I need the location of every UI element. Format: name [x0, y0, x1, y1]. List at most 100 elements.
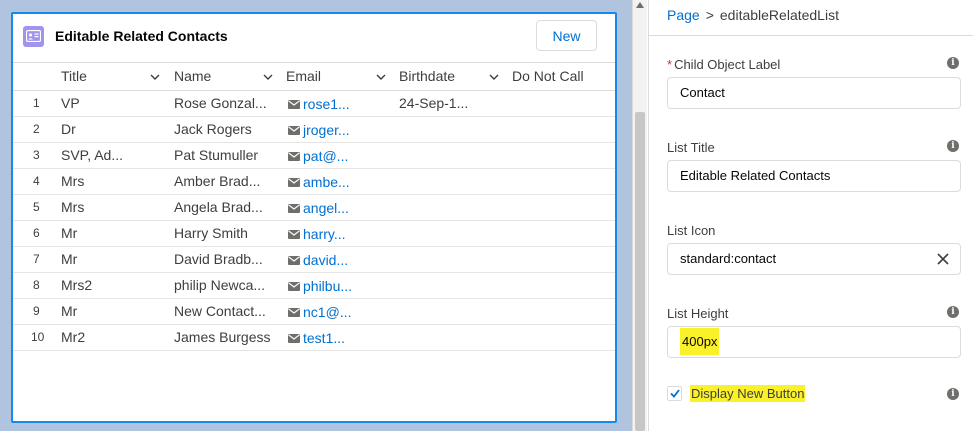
scroll-up-icon[interactable]: [636, 2, 644, 8]
email-link[interactable]: nc1@...: [303, 300, 351, 324]
scrollbar-thumb[interactable]: [635, 112, 645, 431]
chevron-down-icon[interactable]: [263, 74, 273, 81]
column-header-birthdate[interactable]: Birthdate: [399, 63, 455, 91]
cell-do-not-call[interactable]: [512, 299, 612, 325]
table-row[interactable]: 9 Mr New Contact... nc1@...: [13, 299, 615, 325]
email-link[interactable]: harry...: [303, 222, 346, 246]
list-height-input[interactable]: 400px: [667, 326, 961, 358]
chevron-down-icon[interactable]: [489, 74, 499, 81]
email-icon: [288, 281, 300, 291]
row-number: 10: [31, 330, 45, 344]
cell-birthdate[interactable]: 24-Sep-1...: [399, 91, 468, 117]
info-icon[interactable]: i: [947, 140, 959, 152]
cell-title[interactable]: Mr: [61, 299, 77, 325]
cell-do-not-call[interactable]: [512, 143, 612, 169]
related-list-card[interactable]: Editable Related Contacts New Title Name…: [11, 12, 617, 423]
cell-do-not-call[interactable]: [512, 221, 612, 247]
email-link[interactable]: philbu...: [303, 274, 352, 298]
email-link[interactable]: pat@...: [303, 144, 348, 168]
display-new-button-checkbox[interactable]: [667, 386, 682, 401]
list-height-label: List Height: [667, 306, 729, 321]
canvas-scrollbar[interactable]: [632, 0, 647, 431]
chevron-down-icon[interactable]: [376, 74, 386, 81]
cell-name[interactable]: Harry Smith: [174, 221, 248, 247]
info-icon[interactable]: i: [947, 388, 959, 400]
row-number: 4: [33, 174, 40, 188]
cell-name[interactable]: philip Newca...: [174, 273, 265, 299]
email-link[interactable]: rose1...: [303, 92, 350, 116]
table-row[interactable]: 2 Dr Jack Rogers jroger...: [13, 117, 615, 143]
cell-email[interactable]: jroger...: [288, 117, 350, 143]
cell-name[interactable]: Jack Rogers: [174, 117, 252, 143]
cell-email[interactable]: rose1...: [288, 91, 350, 117]
cell-do-not-call[interactable]: [512, 325, 612, 351]
breadcrumb-page-link[interactable]: Page: [667, 7, 700, 23]
table-row[interactable]: 4 Mrs Amber Brad... ambe...: [13, 169, 615, 195]
cell-name[interactable]: Angela Brad...: [174, 195, 263, 221]
close-icon[interactable]: [936, 252, 950, 266]
email-icon: [288, 229, 300, 239]
list-icon-input[interactable]: standard:contact: [667, 243, 961, 275]
table-row[interactable]: 3 SVP, Ad... Pat Stumuller pat@...: [13, 143, 615, 169]
email-link[interactable]: test1...: [303, 326, 345, 350]
breadcrumb-current: editableRelatedList: [719, 7, 839, 23]
email-icon: [288, 255, 300, 265]
cell-email[interactable]: philbu...: [288, 273, 352, 299]
new-button[interactable]: New: [536, 20, 597, 51]
cell-name[interactable]: James Burgess: [174, 325, 270, 351]
cell-do-not-call[interactable]: [512, 169, 612, 195]
column-header-email[interactable]: Email: [286, 63, 321, 91]
list-icon-label: List Icon: [667, 223, 716, 238]
cell-name[interactable]: Amber Brad...: [174, 169, 260, 195]
cell-email[interactable]: david...: [288, 247, 348, 273]
cell-do-not-call[interactable]: [512, 195, 612, 221]
list-title-label: List Title: [667, 140, 715, 155]
table-row[interactable]: 10 Mr2 James Burgess test1...: [13, 325, 615, 351]
cell-email[interactable]: test1...: [288, 325, 345, 351]
cell-title[interactable]: Mr: [61, 247, 77, 273]
cell-title[interactable]: SVP, Ad...: [61, 143, 123, 169]
cell-do-not-call[interactable]: [512, 117, 612, 143]
table-row[interactable]: 6 Mr Harry Smith harry...: [13, 221, 615, 247]
info-icon[interactable]: i: [947, 306, 959, 318]
cell-title[interactable]: Mrs: [61, 195, 84, 221]
row-number: 9: [33, 304, 40, 318]
cell-title[interactable]: Mrs: [61, 169, 84, 195]
email-link[interactable]: david...: [303, 248, 348, 272]
cell-name[interactable]: Pat Stumuller: [174, 143, 258, 169]
cell-title[interactable]: Mr: [61, 221, 77, 247]
chevron-down-icon[interactable]: [150, 74, 160, 81]
info-icon[interactable]: i: [947, 57, 959, 69]
cell-email[interactable]: harry...: [288, 221, 346, 247]
contact-icon: [23, 26, 44, 47]
email-link[interactable]: jroger...: [303, 118, 350, 142]
cell-do-not-call[interactable]: [512, 91, 612, 117]
cell-title[interactable]: Mrs2: [61, 273, 92, 299]
table-row[interactable]: 7 Mr David Bradb... david...: [13, 247, 615, 273]
cell-title[interactable]: Mr2: [61, 325, 85, 351]
table-row[interactable]: 8 Mrs2 philip Newca... philbu...: [13, 273, 615, 299]
cell-email[interactable]: nc1@...: [288, 299, 351, 325]
list-title-input[interactable]: Editable Related Contacts: [667, 160, 961, 192]
table-row[interactable]: 1 VP Rose Gonzal... rose1... 24-Sep-1...: [13, 91, 615, 117]
cell-email[interactable]: ambe...: [288, 169, 350, 195]
display-new-button-label[interactable]: Display New Button: [690, 385, 806, 402]
email-link[interactable]: angel...: [303, 196, 349, 220]
cell-title[interactable]: VP: [61, 91, 80, 117]
column-header-do-not-call[interactable]: Do Not Call: [512, 63, 584, 91]
cell-email[interactable]: pat@...: [288, 143, 348, 169]
cell-do-not-call[interactable]: [512, 273, 612, 299]
child-object-input[interactable]: Contact: [667, 77, 961, 109]
cell-name[interactable]: New Contact...: [174, 299, 266, 325]
cell-name[interactable]: Rose Gonzal...: [174, 91, 267, 117]
cell-email[interactable]: angel...: [288, 195, 349, 221]
cell-title[interactable]: Dr: [61, 117, 76, 143]
column-header-name[interactable]: Name: [174, 63, 211, 91]
cell-do-not-call[interactable]: [512, 247, 612, 273]
table-body: 1 VP Rose Gonzal... rose1... 24-Sep-1... 2 Dr J…: [13, 91, 615, 351]
email-link[interactable]: ambe...: [303, 170, 350, 194]
row-number: 2: [33, 122, 40, 136]
column-header-title[interactable]: Title: [61, 63, 87, 91]
table-row[interactable]: 5 Mrs Angela Brad... angel...: [13, 195, 615, 221]
cell-name[interactable]: David Bradb...: [174, 247, 263, 273]
